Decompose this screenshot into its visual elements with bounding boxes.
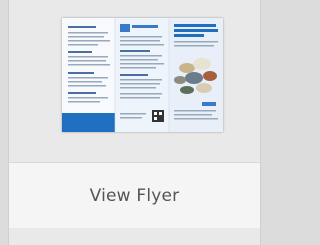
view-flyer-card[interactable]: View Flyer <box>8 0 261 245</box>
card-bottom-strip <box>9 228 260 245</box>
flyer-thumbnail-image[interactable] <box>62 18 223 132</box>
brochure-thumbnail-icon <box>62 18 223 132</box>
view-flyer-label: View Flyer <box>89 185 180 206</box>
flyer-thumbnail-area[interactable] <box>9 0 260 160</box>
view-flyer-button[interactable]: View Flyer <box>9 162 260 229</box>
